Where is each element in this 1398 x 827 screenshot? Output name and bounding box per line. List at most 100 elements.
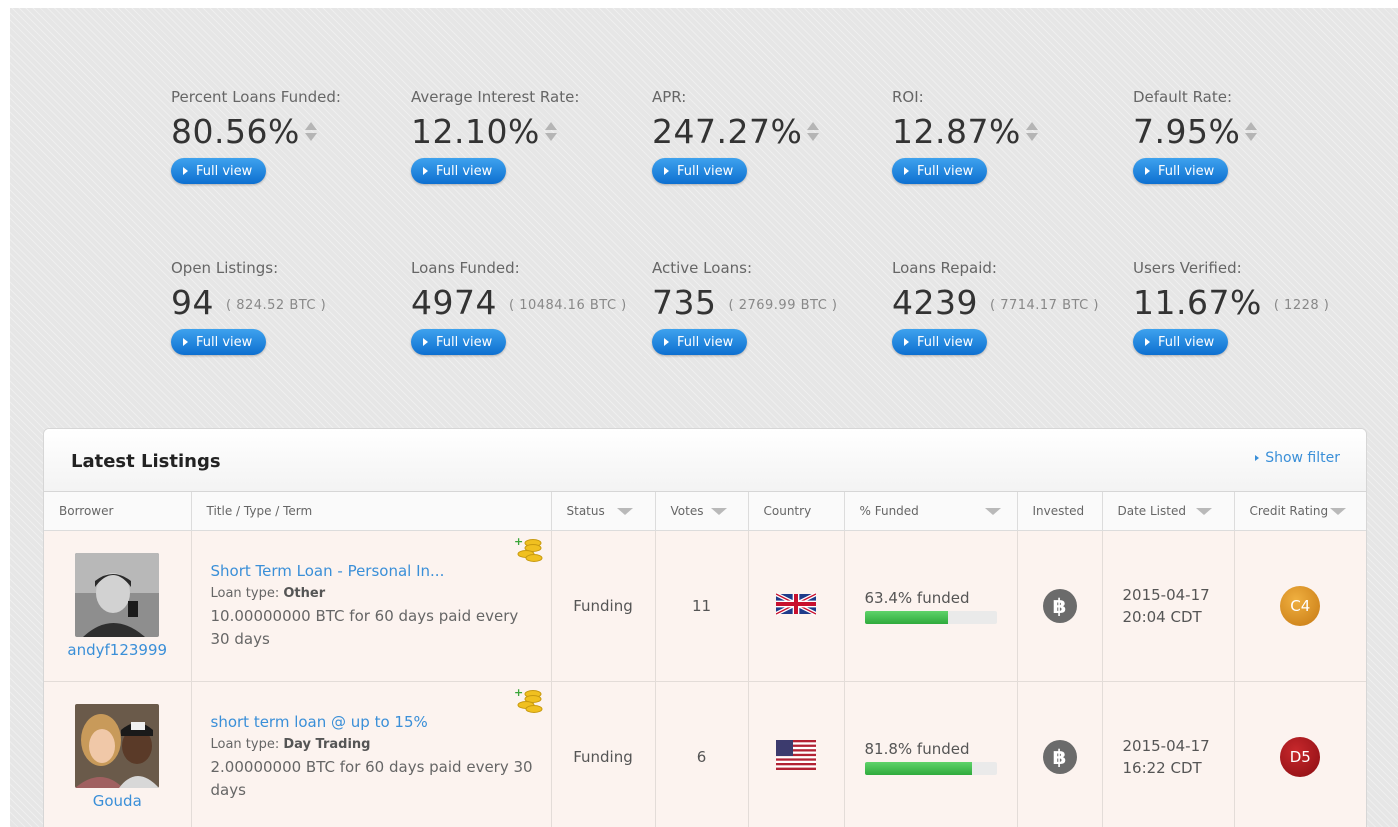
play-icon [904,167,909,175]
arrow-right-icon [1255,455,1260,461]
stat-value: 80.56% [171,111,300,151]
panel-header: Latest Listings Show filter [44,429,1366,492]
column-header-funded[interactable]: % Funded [844,492,1018,531]
title-cell: + Short Term Loan - Personal In... Loan … [191,530,552,682]
column-header-date-listed[interactable]: Date Listed [1102,492,1235,531]
sort-arrows-icon[interactable] [1025,121,1038,141]
status-cell: Funding [551,530,656,682]
add-coins-icon[interactable]: + [513,686,545,718]
full-view-button[interactable]: Full view [652,158,748,184]
stat-label: Percent Loans Funded: [171,88,341,106]
avatar[interactable] [75,704,160,788]
stat-label: Average Interest Rate: [411,88,580,106]
column-header-invested[interactable]: Invested [1017,492,1103,531]
full-view-button[interactable]: Full view [652,329,748,355]
avatar[interactable] [75,553,160,637]
full-view-button[interactable]: Full view [1133,329,1229,355]
button-label: Full view [917,163,974,179]
stat-value: 12.10% [411,111,540,151]
play-icon [183,338,188,346]
stat-loans-repaid: Loans Repaid: 4239 ( 7714.17 BTC ) Full … [892,259,1122,355]
show-filter-label: Show filter [1265,450,1340,466]
button-label: Full view [436,163,493,179]
stat-label: Default Rate: [1133,88,1233,106]
stat-value: 4974 [411,282,497,322]
play-icon [904,338,909,346]
stat-sub: ( 1228 ) [1273,297,1330,313]
button-label: Full view [436,334,493,350]
stat-default-rate: Default Rate: 7.95% Full view [1133,88,1363,184]
stat-value: 11.67% [1133,282,1262,322]
column-header-credit-rating[interactable]: Credit Rating [1234,492,1366,531]
full-view-button[interactable]: Full view [411,329,507,355]
button-label: Full view [196,163,253,179]
stat-label: Users Verified: [1133,259,1242,277]
funded-text: 63.4% funded [864,588,970,607]
stat-sub: ( 7714.17 BTC ) [989,297,1099,313]
button-label: Full view [677,163,734,179]
button-label: Full view [1158,334,1215,350]
play-icon [423,167,428,175]
table-row[interactable]: andyf123999 + Short Term Loan - Personal… [44,530,1366,682]
stat-sub: ( 824.52 BTC ) [226,297,327,313]
stats-panel: Percent Loans Funded: 80.56% Full view A… [171,8,1391,428]
stat-value: 735 [652,282,717,322]
bitcoin-icon: ฿ [1042,589,1077,623]
loan-type: Loan type: Day Trading [210,736,371,752]
stat-users-verified: Users Verified: 11.67% ( 1228 ) Full vie… [1133,259,1363,355]
full-view-button[interactable]: Full view [892,329,988,355]
stat-open-listings: Open Listings: 94 ( 824.52 BTC ) Full vi… [171,259,401,355]
stat-percent-loans-funded: Percent Loans Funded: 80.56% Full view [171,88,401,184]
full-view-button[interactable]: Full view [892,158,988,184]
full-view-button[interactable]: Full view [171,329,267,355]
show-filter-link[interactable]: Show filter [1255,450,1340,466]
votes-cell: 11 [655,530,749,682]
sort-arrows-icon[interactable] [807,121,820,141]
country-cell [748,681,845,827]
loan-title-link[interactable]: Short Term Loan - Personal In... [211,562,550,580]
sort-caret-icon [1330,508,1347,515]
stat-label: Active Loans: [652,259,753,277]
date-listed-cell: 2015-04-17 16:22 CDT [1102,681,1235,827]
column-header-votes[interactable]: Votes [655,492,749,531]
stat-value: 7.95% [1133,111,1241,151]
latest-listings-panel: Latest Listings Show filter Borrower Tit… [43,428,1367,827]
column-header-status[interactable]: Status [551,492,656,531]
progress-fill [864,610,949,624]
sort-arrows-icon[interactable] [304,121,317,141]
column-header-country[interactable]: Country [748,492,845,531]
username-link[interactable]: andyf123999 [45,641,190,659]
stat-sub: ( 10484.16 BTC ) [508,297,627,313]
panel-title: Latest Listings [71,451,221,472]
funded-progress-bar [864,610,997,624]
time-text: 16:22 CDT [1122,759,1202,777]
column-header-borrower[interactable]: Borrower [44,492,192,531]
play-icon [1145,167,1150,175]
loan-description: 10.00000000 BTC for 60 days paid every 3… [210,606,519,648]
add-coins-icon[interactable]: + [513,535,545,567]
loan-title-link[interactable]: short term loan @ up to 15% [211,713,550,731]
username-link[interactable]: Gouda [45,792,190,810]
country-cell [748,530,845,682]
progress-fill [864,761,973,775]
button-label: Full view [677,334,734,350]
stat-value: 94 [171,282,214,322]
borrower-cell: andyf123999 [44,530,192,682]
column-header-title[interactable]: Title / Type / Term [191,492,552,531]
loan-type: Loan type: Other [210,585,326,601]
table-header-row: Borrower Title / Type / Term Status Vote… [44,492,1366,531]
stat-average-interest-rate: Average Interest Rate: 12.10% Full view [411,88,641,184]
stat-label: ROI: [892,88,924,106]
stat-loans-funded: Loans Funded: 4974 ( 10484.16 BTC ) Full… [411,259,641,355]
full-view-button[interactable]: Full view [1133,158,1229,184]
table-row[interactable]: Gouda + short term loan @ up to 15% Loan… [44,681,1366,827]
svg-text:+: + [514,686,523,699]
date-text: 2015-04-17 [1122,586,1210,604]
full-view-button[interactable]: Full view [171,158,267,184]
play-icon [664,167,669,175]
full-view-button[interactable]: Full view [411,158,507,184]
stat-label: Open Listings: [171,259,279,277]
uk-flag-icon [775,592,817,616]
sort-arrows-icon[interactable] [544,121,557,141]
sort-arrows-icon[interactable] [1245,121,1258,141]
